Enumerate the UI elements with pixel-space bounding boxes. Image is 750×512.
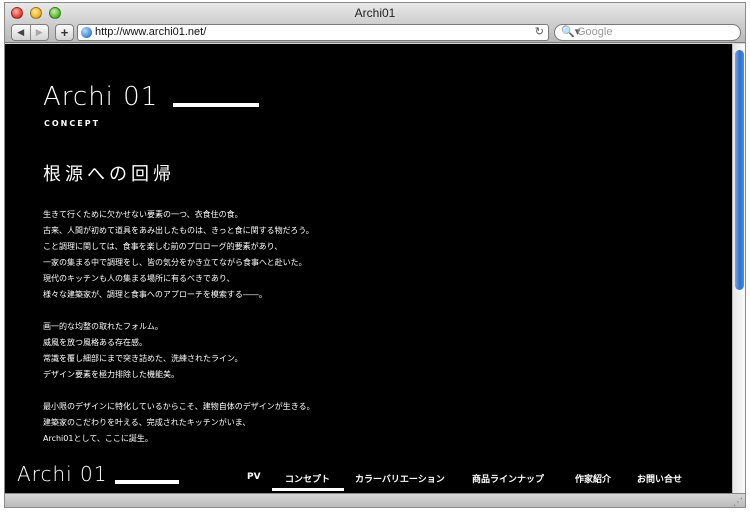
paragraph-1: 生きて行くために欠かせない要素の一つ、衣食住の食。 古来、人間が初めて道具をあみ… [43, 207, 314, 303]
window-title: Archi01 [354, 6, 396, 20]
nav-color-variation[interactable]: カラーバリエーション [355, 472, 445, 485]
text-line: こと調理に関しては、食事を楽しむ前のプロローグ的要素があり、 [43, 242, 283, 251]
scrollbar-thumb[interactable] [735, 50, 744, 290]
nav-concept[interactable]: コンセプト [285, 472, 330, 485]
globe-icon [81, 27, 92, 38]
nav-active-indicator [272, 488, 344, 491]
nav-designer-profile[interactable]: 作家紹介 [575, 472, 611, 485]
text-line: Archi01として、ここに誕生。 [43, 434, 153, 443]
status-bar: ⋰ [5, 493, 745, 507]
browser-window: Archi01 ◀ ▶ + http://www.archi01.net/ ↻ … [4, 2, 746, 508]
back-button[interactable]: ◀ [12, 25, 31, 40]
logo-bar [173, 103, 259, 107]
text-line: 一家の集まる中で調理をし、皆の気分をかき立てながら食事へと赴いた。 [43, 258, 307, 267]
resize-grip-icon[interactable]: ⋰ [733, 497, 743, 507]
title-bar: Archi01 [5, 3, 745, 23]
page-headline: 根源への回帰 [43, 164, 175, 185]
vertical-scrollbar[interactable] [732, 44, 745, 493]
text-line: 最小限のデザインに特化しているからこそ、建物自体のデザインが生きる。 [43, 402, 315, 411]
page-content: Archi 01 CONCEPT 根源への回帰 生きて行くために欠かせない要素の… [5, 44, 732, 493]
text-line: 画一的な均整の取れたフォルム。 [43, 322, 163, 331]
nav-contact[interactable]: お問い合せ [637, 472, 682, 485]
url-text[interactable]: http://www.archi01.net/ [95, 26, 206, 38]
forward-button[interactable]: ▶ [31, 25, 49, 40]
nav-pv[interactable]: PV [247, 472, 261, 482]
text-line: 様々な建築家が、調理と食事へのアプローチを模索する――。 [43, 290, 267, 299]
text-line: デザイン要素を極力排除した機能美。 [43, 370, 179, 379]
nav-product-lineup[interactable]: 商品ラインナップ [472, 472, 544, 485]
site-logo[interactable]: Archi 01 [43, 82, 158, 112]
text-line: 常識を覆し細部にまで突き詰めた、洗練されたライン。 [43, 354, 243, 363]
section-label: CONCEPT [44, 119, 101, 128]
search-placeholder: Google [577, 26, 613, 38]
footer-logo[interactable]: Archi 01 [17, 462, 108, 486]
add-bookmark-button[interactable]: + [55, 24, 74, 41]
reload-icon[interactable]: ↻ [535, 25, 544, 38]
back-forward-buttons: ◀ ▶ [11, 24, 49, 41]
text-line: 生きて行くために欠かせない要素の一つ、衣食住の食。 [43, 210, 243, 219]
paragraph-2: 画一的な均整の取れたフォルム。 威風を放つ風格ある存在感。 常識を覆し細部にまで… [43, 319, 243, 383]
footer-logo-bar [115, 480, 179, 484]
toolbar: ◀ ▶ + http://www.archi01.net/ ↻ 🔍▾ Googl… [5, 23, 745, 43]
text-line: 建築家のこだわりを叶える、完成されたキッチンがいま、 [43, 418, 251, 427]
paragraph-3: 最小限のデザインに特化しているからこそ、建物自体のデザインが生きる。 建築家のこ… [43, 399, 315, 447]
text-line: 古来、人間が初めて道具をあみ出したものは、きっと食に関する物だろう。 [43, 226, 314, 235]
text-line: 威風を放つ風格ある存在感。 [43, 338, 147, 347]
address-bar[interactable]: http://www.archi01.net/ ↻ [77, 24, 549, 41]
text-line: 現代のキッチンも人の集まる場所に有るべきであり、 [43, 274, 235, 283]
search-field[interactable]: 🔍▾ Google [554, 24, 741, 41]
